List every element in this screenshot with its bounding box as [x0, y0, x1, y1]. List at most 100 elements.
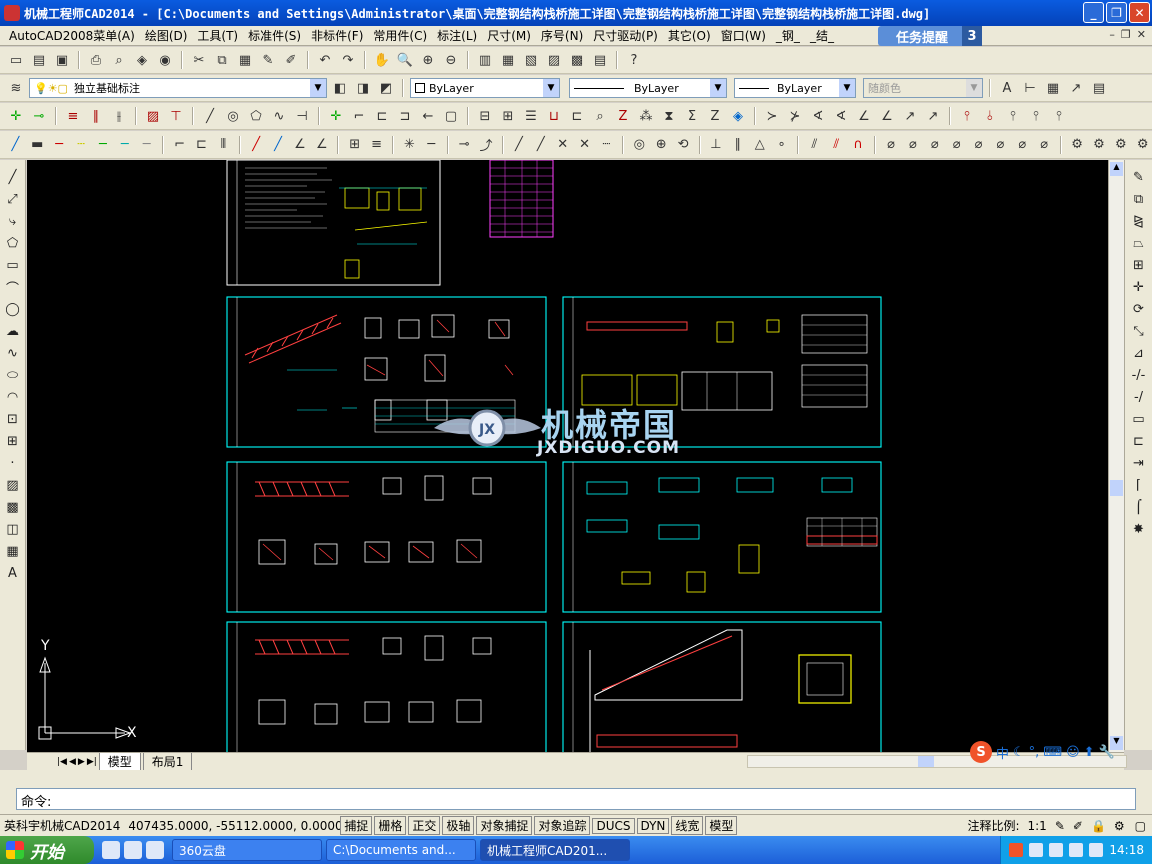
bars-icon[interactable]: ⦀ — [214, 135, 233, 155]
lineweight-toggle[interactable]: 线宽 — [671, 816, 704, 835]
menu-annotate[interactable]: 标注(L) — [432, 27, 482, 44]
search-icon[interactable] — [124, 841, 142, 859]
make-block-icon[interactable]: ⊞ — [3, 432, 23, 451]
first-tab-icon[interactable]: |◀ — [57, 757, 67, 767]
dotted-icon[interactable]: ┈ — [597, 135, 616, 155]
spline-icon[interactable]: ∿ — [3, 344, 23, 363]
search-icon[interactable]: ⌕ — [590, 106, 610, 126]
bom-icon[interactable]: ☰ — [521, 106, 541, 126]
menu-other[interactable]: 其它(O) — [663, 27, 716, 44]
menu-steel[interactable]: _钢_ — [771, 27, 805, 44]
menu-standard-parts[interactable]: 标准件(S) — [243, 27, 306, 44]
region-icon[interactable]: ◫ — [3, 520, 23, 539]
weld-symbol-icon[interactable]: ⫯ — [957, 106, 977, 126]
table-icon[interactable]: ▦ — [3, 542, 23, 561]
circle-icon[interactable]: ◎ — [223, 106, 243, 126]
weld-symbol-2-icon[interactable]: ⫰ — [980, 106, 1000, 126]
rotate-icon[interactable]: ⟳ — [1129, 300, 1149, 319]
green-line-icon[interactable]: ─ — [94, 135, 113, 155]
next-tab-icon[interactable]: ▶ — [78, 757, 85, 767]
ducs-toggle[interactable]: DUCS — [592, 817, 635, 834]
link-icon[interactable]: ⤴ — [477, 135, 496, 155]
ie-icon[interactable] — [146, 841, 164, 859]
table-style-icon[interactable]: ▦ — [1043, 78, 1063, 98]
polygon-icon[interactable]: ⬠ — [246, 106, 266, 126]
menu-structure[interactable]: _结_ — [805, 27, 839, 44]
slash-blue-icon[interactable]: ╱ — [269, 135, 288, 155]
osnap-toggle[interactable]: 对象捕捉 — [476, 816, 533, 835]
scroll-up-icon[interactable]: ▲ — [1110, 162, 1123, 176]
task-360-cloud[interactable]: 360云盘 — [172, 839, 322, 861]
z0-icon[interactable]: Z — [705, 106, 725, 126]
save-icon[interactable]: ▣ — [52, 50, 72, 70]
undo-icon[interactable]: ↶ — [315, 50, 335, 70]
circle-cross-icon[interactable]: ⊕ — [652, 135, 671, 155]
sheet-set-icon[interactable]: ▨ — [544, 50, 564, 70]
last-tab-icon[interactable]: ▶| — [87, 757, 97, 767]
multiline-text-icon[interactable]: A — [3, 564, 23, 583]
insert-block-icon[interactable]: ⊡ — [3, 410, 23, 429]
ime-tools-icon[interactable]: 🔧 — [1099, 745, 1115, 760]
redo-icon[interactable]: ↷ — [338, 50, 358, 70]
start-button[interactable]: 开始 — [0, 836, 94, 864]
cross-icon[interactable]: ✕ — [553, 135, 572, 155]
ime-shirt-icon[interactable]: ⬆ — [1084, 745, 1095, 760]
bracket-icon[interactable]: ⊏ — [192, 135, 211, 155]
doc-minimize-icon[interactable]: – — [1109, 28, 1115, 41]
make-object-layer-current-icon[interactable]: ◧ — [330, 78, 350, 98]
spline-icon[interactable]: ∿ — [269, 106, 289, 126]
offset-icon[interactable]: ⏢ — [1129, 234, 1149, 253]
tray-settings-icon[interactable]: ⚙ — [1110, 819, 1129, 833]
trim-icon[interactable]: -/- — [1129, 366, 1149, 385]
trim-icon[interactable]: ⫽ — [805, 135, 824, 155]
copy-object-icon[interactable]: ⧉ — [1129, 190, 1149, 209]
diameter-7-icon[interactable]: ⌀ — [1013, 135, 1032, 155]
weld-symbol-3-icon[interactable]: ⫯ — [1003, 106, 1023, 126]
slash-red-icon[interactable]: ╱ — [247, 135, 266, 155]
otrack-toggle[interactable]: 对象追踪 — [534, 816, 591, 835]
restore-button[interactable]: ❐ — [1106, 2, 1127, 23]
vertical-scrollbar[interactable]: ▲ ▼ — [1108, 160, 1124, 752]
ortho-toggle[interactable]: 正交 — [408, 816, 441, 835]
erase-icon[interactable]: ✎ — [1129, 168, 1149, 187]
ime-punct-icon[interactable]: °, — [1029, 745, 1040, 760]
grid-toggle[interactable]: 栅格 — [374, 816, 407, 835]
triangle-icon[interactable]: △ — [750, 135, 769, 155]
line-icon[interactable]: ╱ — [3, 168, 23, 187]
point-icon[interactable]: · — [3, 454, 23, 473]
chain-icon[interactable]: ⊏ — [372, 106, 392, 126]
break-icon[interactable]: ⊣ — [292, 106, 312, 126]
layer-states-icon[interactable]: ◩ — [376, 78, 396, 98]
extend-icon[interactable]: -/ — [1129, 388, 1149, 407]
circle-target-icon[interactable]: ◎ — [630, 135, 649, 155]
fillet-icon[interactable]: ≻ — [762, 106, 782, 126]
color-dropdown[interactable]: ByLayer ▼ — [410, 78, 560, 98]
revision-cloud-icon[interactable]: ☁ — [3, 322, 23, 341]
hatch-icon[interactable]: ▨ — [143, 106, 163, 126]
dyn-toggle[interactable]: DYN — [636, 817, 670, 834]
menu-dimension-drive[interactable]: 尺寸驱动(P) — [588, 27, 663, 44]
parallel-lines-icon[interactable]: ∥ — [86, 106, 106, 126]
diagonal-2-icon[interactable]: ╱ — [531, 135, 550, 155]
corner-icon[interactable]: ⌐ — [170, 135, 189, 155]
ime-moon-icon[interactable]: ☾ — [1013, 745, 1025, 760]
block-editor-icon[interactable]: ✐ — [281, 50, 301, 70]
arrow-left-icon[interactable]: ← — [418, 106, 438, 126]
weld-icon[interactable]: Z — [613, 106, 633, 126]
ellipse-arc-icon[interactable]: ◠ — [3, 388, 23, 407]
lock-icon[interactable]: 🔒 — [1087, 819, 1110, 833]
help-icon[interactable]: ? — [624, 50, 644, 70]
cut-icon[interactable]: ✂ — [189, 50, 209, 70]
extend-icon[interactable]: ⫽ — [827, 135, 846, 155]
menu-window[interactable]: 窗口(W) — [716, 27, 771, 44]
text-style-icon[interactable]: A — [997, 78, 1017, 98]
annotation-scale-value[interactable]: 1:1 — [1024, 819, 1051, 833]
menu-sequence[interactable]: 序号(N) — [536, 27, 588, 44]
construction-line-icon[interactable]: ⤢ — [3, 190, 23, 209]
diagonal-icon[interactable]: ╱ — [510, 135, 529, 155]
open-icon[interactable]: ▤ — [29, 50, 49, 70]
tool-palettes-icon[interactable]: ▧ — [521, 50, 541, 70]
plot-icon[interactable]: ◉ — [155, 50, 175, 70]
properties-icon[interactable]: ▥ — [475, 50, 495, 70]
drawing-canvas[interactable]: Y X JX 机械帝国 JXDIGUO.COM — [27, 160, 1108, 752]
